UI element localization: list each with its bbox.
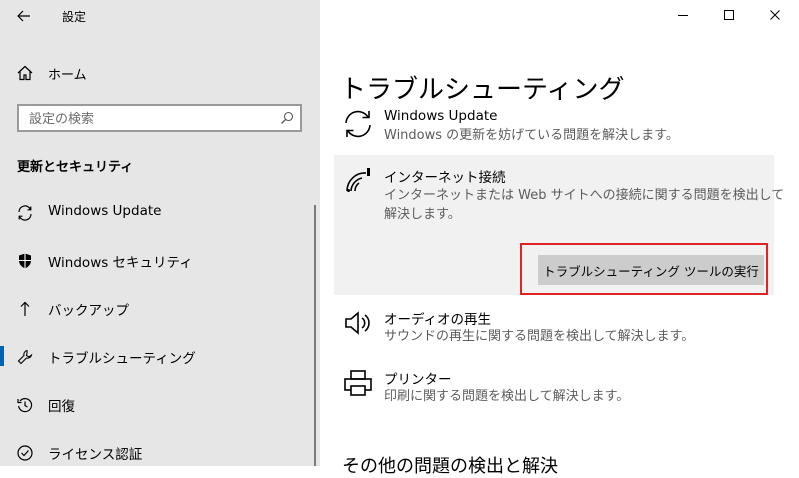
sidebar-item-label: 回復 [48, 399, 75, 415]
minimize-icon [678, 15, 688, 16]
main-content: トラブルシューティング Windows Update Windows の更新を妨… [320, 0, 799, 477]
home-icon [17, 65, 33, 81]
backup-arrow-icon [20, 301, 30, 316]
close-icon [770, 10, 780, 20]
troubleshooter-description: 解決します。 [384, 207, 461, 222]
maximize-icon [724, 10, 734, 20]
section-title: 更新とセキュリティ [17, 160, 134, 175]
back-button[interactable] [10, 6, 38, 26]
wifi-icon [346, 168, 370, 192]
troubleshooter-description: Windows の更新を妨げている問題を解決します。 [384, 128, 679, 143]
sync-icon [18, 205, 32, 221]
search-input[interactable] [27, 109, 271, 129]
troubleshooter-playing-audio[interactable]: オーディオの再生 サウンドの再生に関する問題を検出して解決します。 [334, 305, 774, 351]
sidebar-item-label: ライセンス認証 [48, 447, 143, 463]
sidebar-item-windows-update[interactable]: Windows Update [0, 194, 318, 230]
troubleshooter-windows-update[interactable]: Windows Update Windows の更新を妨げている問題を解決します… [334, 104, 774, 152]
nav-home-label: ホーム [48, 68, 87, 83]
run-troubleshooter-button[interactable]: トラブルシューティング ツールの実行 [538, 255, 764, 285]
close-button[interactable] [752, 4, 798, 26]
recovery-icon [17, 398, 33, 413]
app-title: 設定 [62, 10, 87, 24]
sidebar-item-activation[interactable]: ライセンス認証 [0, 434, 318, 470]
sidebar-item-label: Windows セキュリティ [48, 255, 193, 271]
page-title: トラブルシューティング [340, 75, 625, 106]
sync-icon [345, 110, 371, 138]
sidebar-item-label: バックアップ [48, 303, 129, 319]
troubleshooter-title: インターネット接続 [384, 170, 506, 186]
maximize-button[interactable] [706, 4, 752, 26]
sidebar: 設定 ホーム 更新とセキュリティ Windows Update Windows … [0, 0, 320, 466]
nav-home[interactable]: ホーム [0, 58, 320, 86]
sidebar-item-recovery[interactable]: 回復 [0, 386, 318, 422]
minimize-button[interactable] [660, 4, 706, 26]
speaker-icon [345, 311, 370, 335]
sidebar-item-label: トラブルシューティング [48, 351, 196, 367]
search-box[interactable] [17, 104, 302, 132]
active-indicator [0, 346, 4, 366]
sidebar-item-troubleshoot[interactable]: トラブルシューティング [0, 338, 318, 374]
search-icon[interactable] [280, 111, 294, 125]
more-section-title: その他の問題の検出と解決 [342, 456, 558, 477]
troubleshooter-printer[interactable]: プリンター 印刷に関する問題を検出して解決します。 [334, 365, 774, 411]
wrench-icon [17, 349, 33, 365]
troubleshooter-title: プリンター [384, 372, 452, 388]
troubleshooter-title: オーディオの再生 [384, 312, 492, 328]
title-bar: 設定 [0, 0, 320, 32]
printer-icon [344, 370, 372, 396]
sidebar-scrollbar[interactable] [314, 205, 316, 466]
troubleshooter-title: Windows Update [384, 108, 498, 124]
sidebar-item-windows-security[interactable]: Windows セキュリティ [0, 242, 318, 278]
shield-icon [19, 253, 31, 269]
troubleshooter-description: サウンドの再生に関する問題を検出して解決します。 [384, 329, 695, 344]
troubleshooter-description: 印刷に関する問題を検出して解決します。 [384, 389, 630, 404]
sidebar-item-label: Windows Update [48, 203, 162, 219]
back-arrow-icon [17, 10, 30, 22]
sidebar-item-backup[interactable]: バックアップ [0, 290, 318, 326]
activation-check-icon [17, 445, 33, 461]
troubleshooter-description: インターネットまたは Web サイトへの接続に関する問題を検出して [384, 188, 785, 203]
